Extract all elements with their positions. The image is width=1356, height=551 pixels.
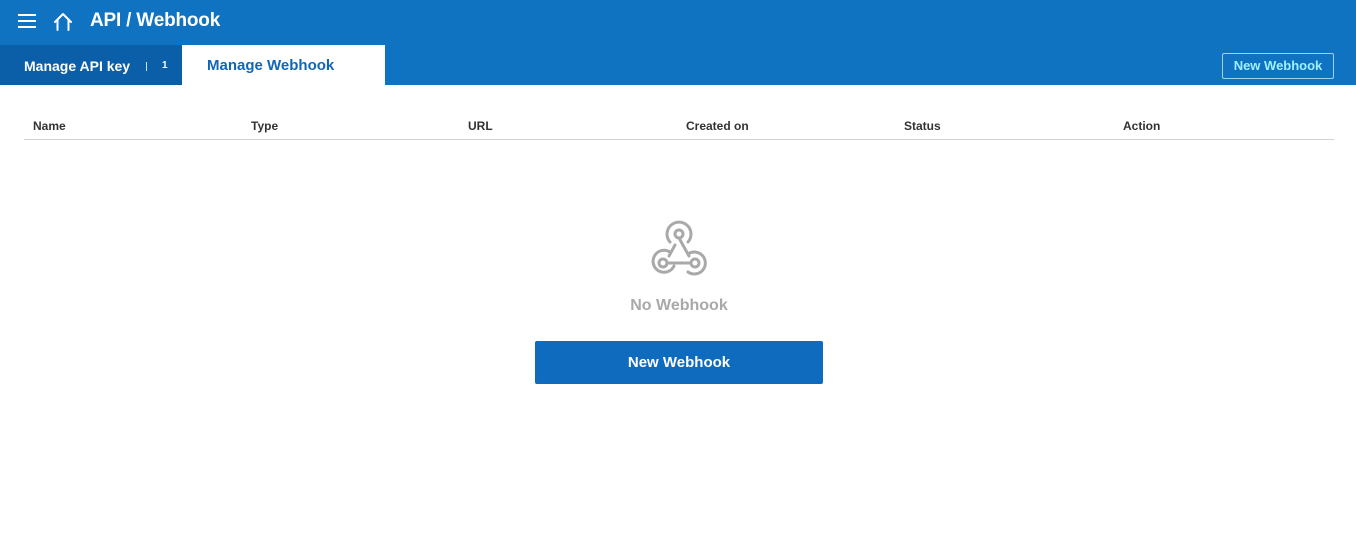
- home-icon[interactable]: [52, 11, 74, 33]
- hamburger-menu-icon[interactable]: [18, 14, 36, 30]
- new-webhook-button[interactable]: New Webhook: [535, 341, 823, 384]
- webhook-table-header: Name Type URL Created on Status Action: [24, 112, 1334, 140]
- top-header-bar: API / Webhook: [0, 0, 1356, 45]
- tab-manage-api-key[interactable]: Manage API key 1: [0, 45, 182, 85]
- new-webhook-header-button[interactable]: New Webhook: [1222, 53, 1334, 79]
- column-header-action: Action: [1123, 119, 1161, 133]
- column-header-type[interactable]: Type: [251, 119, 278, 133]
- webhook-icon: [651, 220, 707, 276]
- tab-bar: Manage API key 1 Manage Webhook New Webh…: [0, 45, 1356, 85]
- column-header-name[interactable]: Name: [33, 119, 66, 133]
- api-webhook-page: API / Webhook Manage API key 1 Manage We…: [0, 0, 1356, 551]
- column-header-status[interactable]: Status: [904, 119, 941, 133]
- tab-manage-webhook[interactable]: Manage Webhook: [182, 45, 385, 85]
- column-header-url[interactable]: URL: [468, 119, 493, 133]
- page-title: API / Webhook: [90, 10, 221, 31]
- column-header-created-on[interactable]: Created on: [686, 119, 749, 133]
- tab-label: Manage API key: [24, 58, 131, 74]
- empty-state-message: No Webhook: [630, 297, 728, 314]
- tab-count-badge: 1: [162, 60, 168, 71]
- tab-label: Manage Webhook: [207, 57, 335, 74]
- tab-divider: [146, 62, 147, 71]
